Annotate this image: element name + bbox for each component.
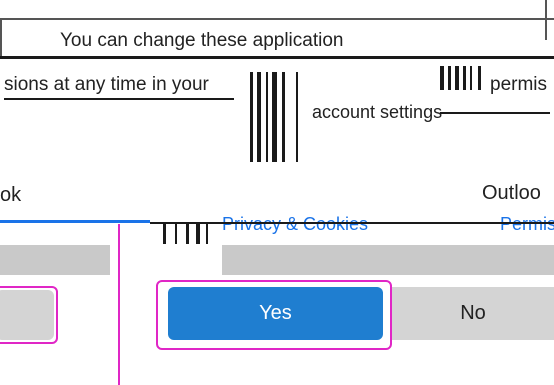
permission-message-line3: account settings xyxy=(312,102,443,122)
no-button[interactable]: No xyxy=(392,287,554,340)
glitch-band xyxy=(4,98,234,100)
glitch-column xyxy=(186,224,189,244)
glitch-column xyxy=(257,72,261,162)
left-cancel-button[interactable] xyxy=(0,290,54,340)
permissions-link[interactable]: Permis xyxy=(500,214,554,235)
right-gray-bar xyxy=(222,245,554,275)
panel-top-border xyxy=(0,18,554,20)
glitch-column xyxy=(272,72,277,162)
glitch-column xyxy=(440,66,444,90)
glitch-column xyxy=(163,224,166,244)
permission-message-line1: You can change these application xyxy=(60,30,344,51)
glitch-column xyxy=(196,224,200,244)
left-gray-bar xyxy=(0,245,110,275)
yes-button[interactable]: Yes xyxy=(168,287,383,340)
privacy-cookies-link[interactable]: Privacy & Cookies xyxy=(222,214,368,235)
right-app-name: Outloo xyxy=(482,182,541,204)
glitch-column xyxy=(250,72,253,162)
glitch-column xyxy=(266,72,268,162)
glitch-column xyxy=(282,72,285,162)
panel-right-border xyxy=(545,0,547,40)
glitch-column xyxy=(455,66,459,90)
glitch-column xyxy=(448,66,451,90)
permission-message-line2-right: permis xyxy=(490,74,548,95)
permission-message-line2-left: sions at any time in your xyxy=(4,74,209,95)
left-app-name: ok xyxy=(0,184,22,206)
highlight-divider xyxy=(118,224,120,385)
panel-left-border xyxy=(0,18,2,58)
glitch-column xyxy=(296,72,298,162)
glitch-band xyxy=(440,112,550,114)
glitch-column xyxy=(470,66,472,90)
glitch-column xyxy=(175,224,177,244)
link-underline-fragment xyxy=(0,220,150,223)
glitch-band xyxy=(150,222,554,224)
glitch-column xyxy=(206,224,208,244)
glitch-column xyxy=(463,66,466,90)
glitch-column xyxy=(478,66,481,90)
glitch-band xyxy=(0,56,554,59)
